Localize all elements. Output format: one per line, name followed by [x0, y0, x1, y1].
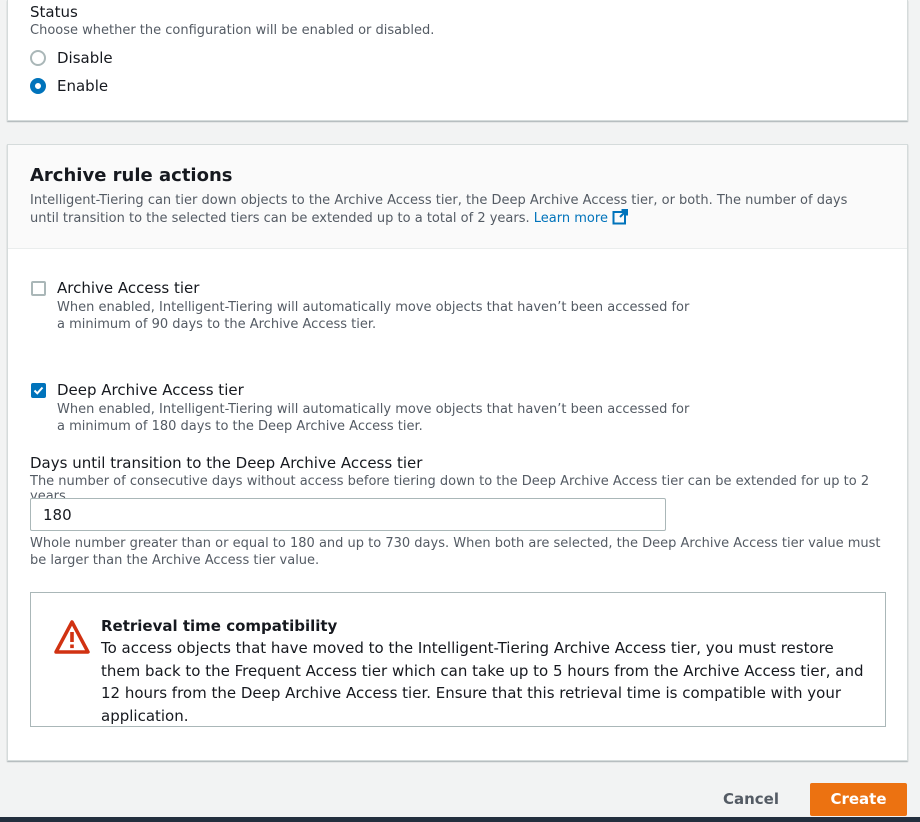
retrieval-time-alert: Retrieval time compatibility To access o…: [30, 592, 886, 727]
archive-access-checkbox[interactable]: [31, 281, 46, 296]
deep-archive-access-label: Deep Archive Access tier: [57, 381, 244, 399]
bottom-bar: [0, 817, 920, 822]
archive-title: Archive rule actions: [30, 165, 233, 186]
archive-access-label: Archive Access tier: [57, 279, 200, 297]
create-button[interactable]: Create: [810, 783, 907, 816]
radio-button-unchecked[interactable]: [30, 50, 46, 66]
archive-access-description: When enabled, Intelligent-Tiering will a…: [57, 300, 690, 332]
days-input[interactable]: [30, 498, 666, 531]
archive-rule-actions-panel: Archive rule actions Intelligent-Tiering…: [7, 144, 908, 761]
deep-archive-access-checkbox[interactable]: [31, 383, 46, 398]
archive-description-text: Intelligent-Tiering can tier down object…: [30, 193, 848, 226]
radio-enable-label: Enable: [57, 77, 109, 95]
archive-header: Archive rule actions Intelligent-Tiering…: [8, 145, 907, 249]
status-panel: Status Choose whether the configuration …: [7, 0, 908, 121]
radio-enable[interactable]: Enable: [30, 77, 108, 95]
status-label: Status: [30, 3, 78, 21]
days-field-label: Days until transition to the Deep Archiv…: [30, 454, 423, 472]
deep-archive-access-description: When enabled, Intelligent-Tiering will a…: [57, 402, 690, 434]
alert-title: Retrieval time compatibility: [101, 617, 338, 635]
checkmark-icon: [33, 386, 44, 395]
learn-more-label: Learn more: [533, 211, 608, 226]
status-description: Choose whether the configuration will be…: [30, 23, 435, 38]
archive-description: Intelligent-Tiering can tier down object…: [30, 192, 870, 230]
external-link-icon: [612, 209, 628, 230]
radio-disable-label: Disable: [57, 49, 113, 67]
warning-icon: [53, 619, 91, 659]
learn-more-link[interactable]: Learn more: [533, 209, 628, 226]
cancel-button[interactable]: Cancel: [707, 783, 795, 816]
alert-body: To access objects that have moved to the…: [101, 639, 864, 725]
radio-disable[interactable]: Disable: [30, 49, 113, 67]
radio-button-checked[interactable]: [30, 78, 46, 94]
days-field-constraint: Whole number greater than or equal to 18…: [30, 536, 881, 568]
